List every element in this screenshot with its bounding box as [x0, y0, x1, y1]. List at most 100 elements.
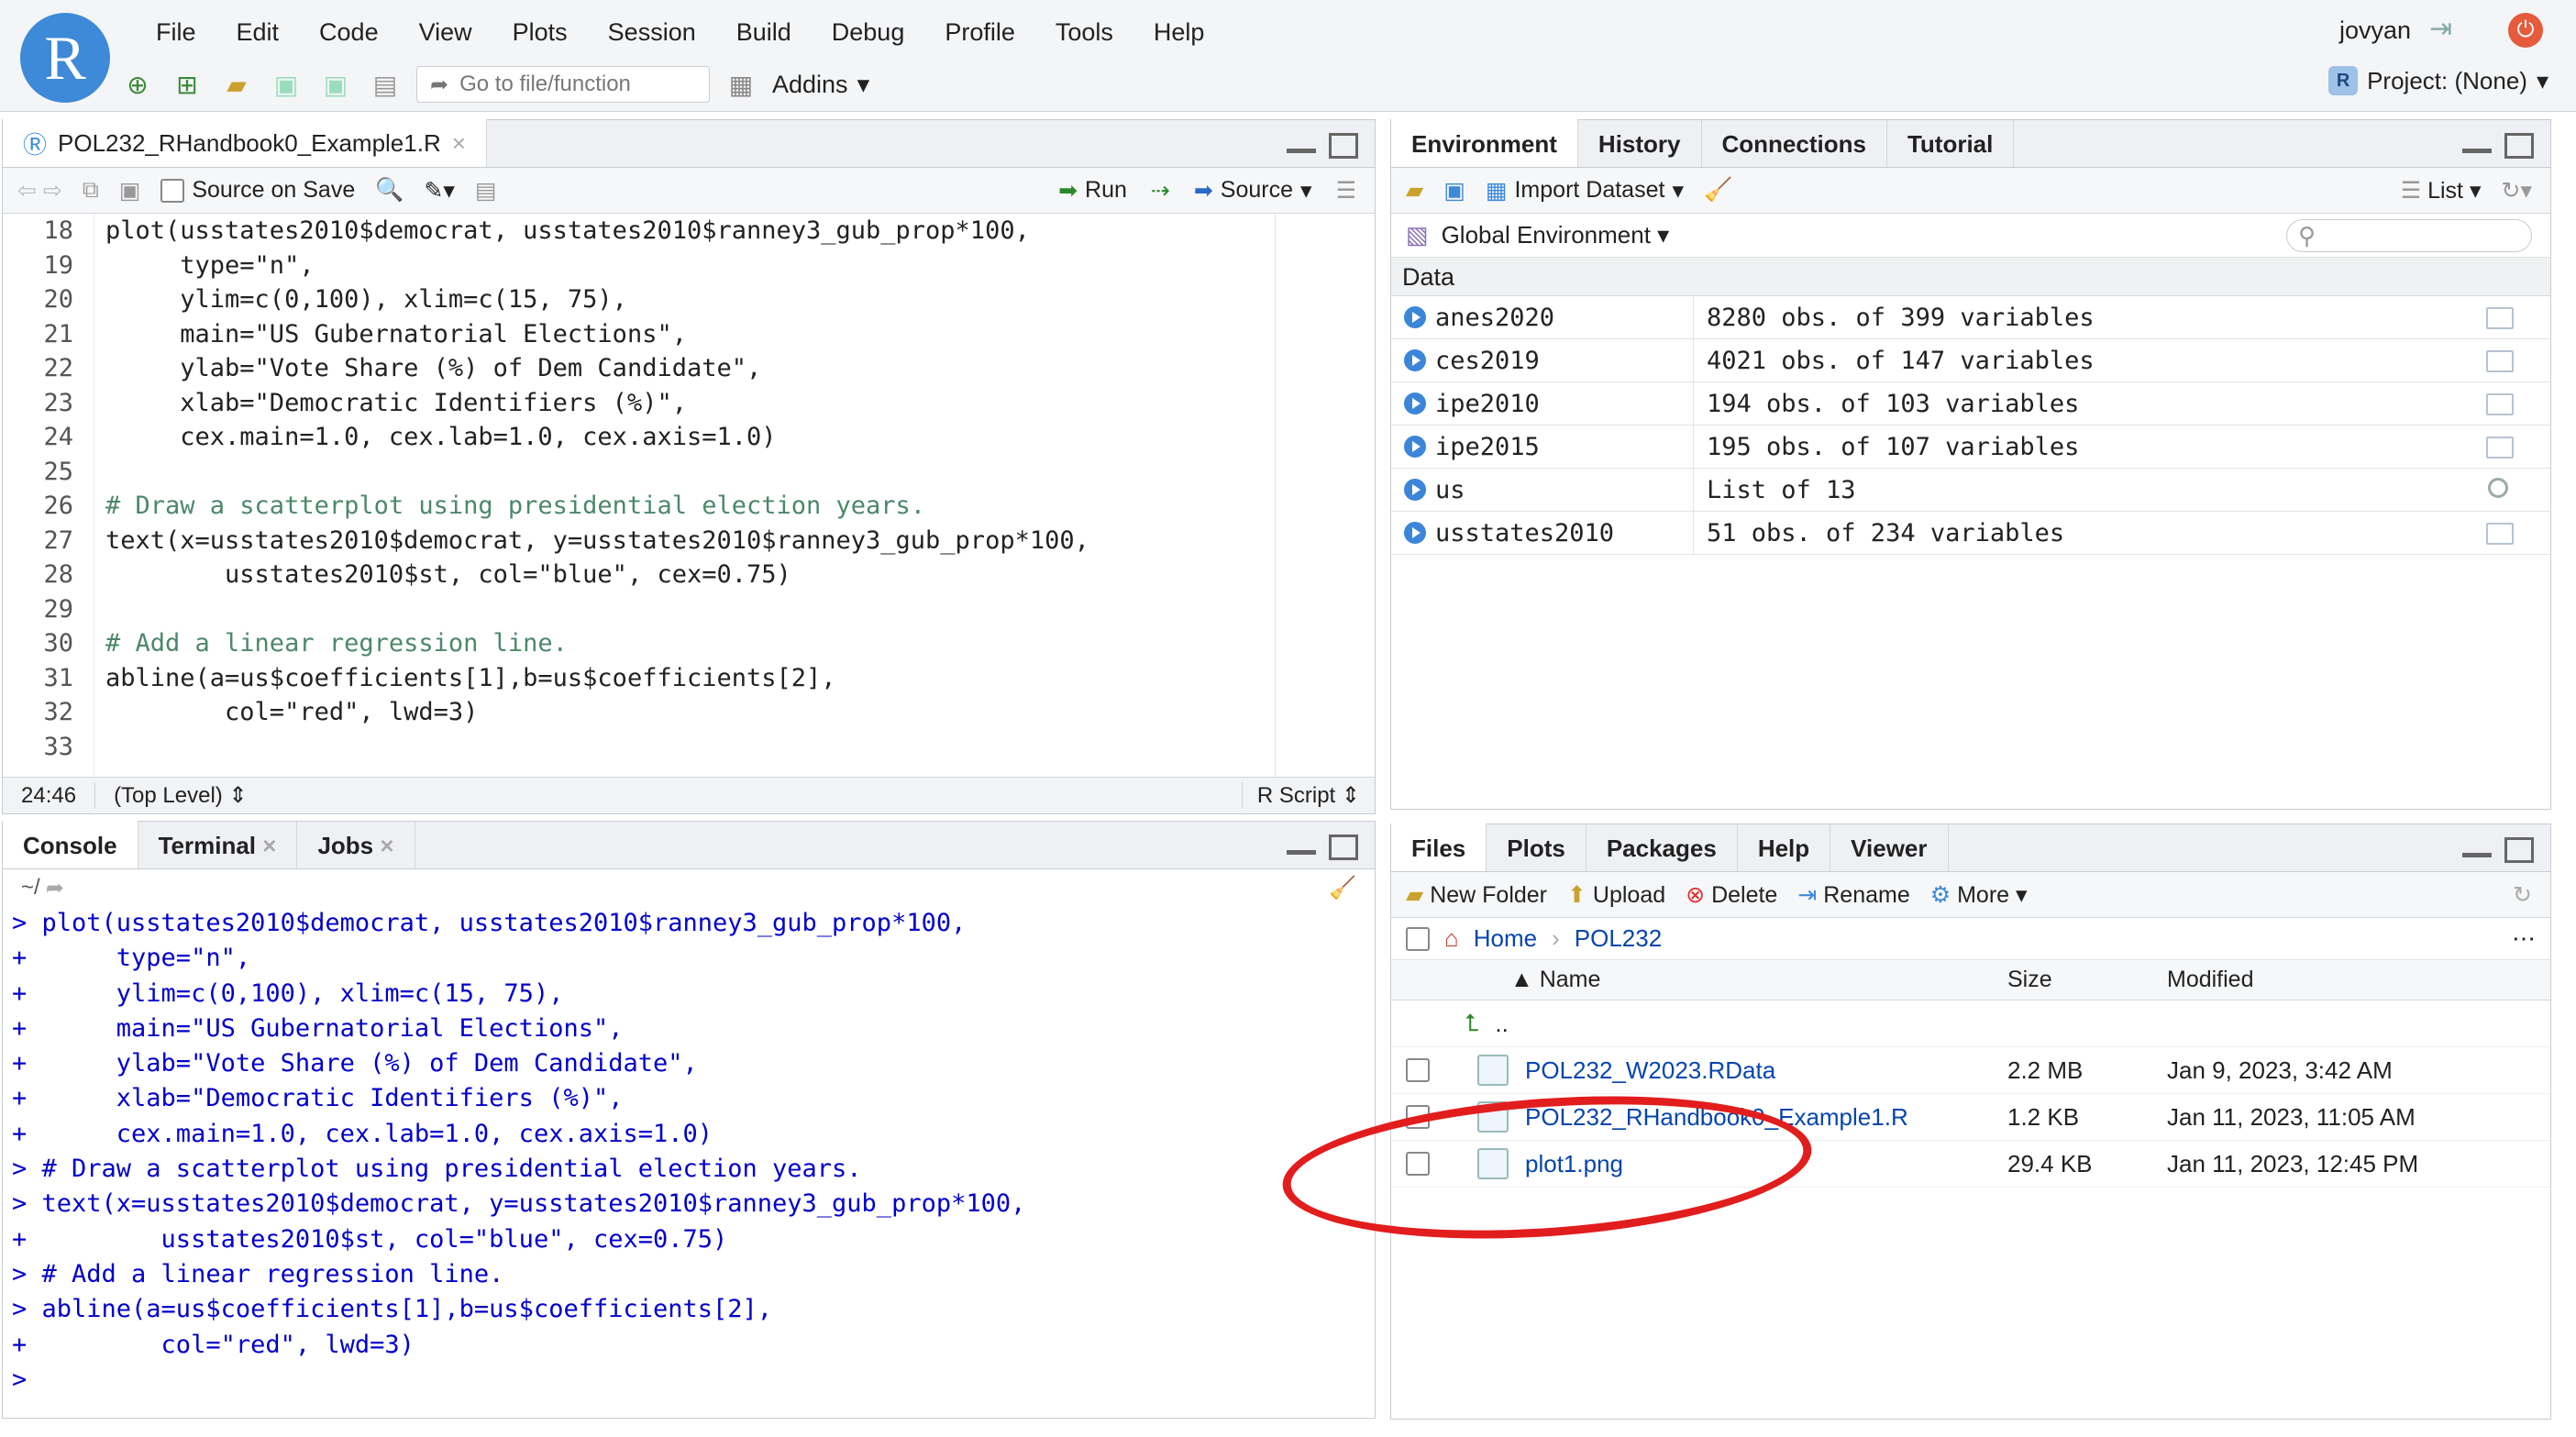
breadcrumb-home[interactable]: Home — [1474, 924, 1537, 953]
code-line[interactable] — [105, 455, 1375, 490]
rename-button[interactable]: ⇥ Rename — [1797, 881, 1909, 909]
view-table-icon[interactable] — [2486, 437, 2514, 459]
tab-terminal[interactable]: Terminal × — [138, 821, 298, 868]
pane-layout-icon[interactable]: ▦ — [723, 66, 759, 103]
code-line[interactable]: cex.main=1.0, cex.lab=1.0, cex.axis=1.0) — [105, 420, 1375, 455]
power-icon[interactable]: ⏻ — [2508, 13, 2543, 48]
environment-row[interactable]: ipe2010 194 obs. of 103 variables — [1391, 381, 2550, 426]
environment-row[interactable]: anes2020 8280 obs. of 399 variables — [1391, 295, 2550, 339]
refresh-icon[interactable]: ↻ — [2513, 881, 2550, 909]
more-options-icon[interactable]: ⋯ — [2512, 924, 2550, 953]
view-table-icon[interactable] — [2486, 307, 2514, 329]
file-name[interactable]: POL232_W2023.RData — [1525, 1056, 1775, 1085]
file-checkbox[interactable] — [1406, 1152, 1430, 1176]
import-dataset-button[interactable]: ▦ Import Dataset ▾ — [1486, 177, 1684, 204]
menu-file[interactable]: File — [136, 13, 216, 53]
tab-files[interactable]: Files — [1391, 824, 1487, 871]
file-row[interactable]: plot1.png 29.4 KB Jan 11, 2023, 12:45 PM — [1391, 1141, 2550, 1188]
search-icon[interactable]: 🔍 — [375, 177, 404, 204]
code-line[interactable] — [105, 730, 1375, 765]
expand-icon[interactable] — [1404, 305, 1426, 328]
scope-dropdown[interactable]: Global Environment ▾ — [1442, 221, 1670, 249]
tab-console[interactable]: Console — [3, 821, 138, 868]
code-line[interactable]: text(x=usstates2010$democrat, y=usstates… — [105, 524, 1375, 558]
code-lines[interactable]: plot(usstates2010$democrat, usstates2010… — [105, 214, 1375, 764]
close-icon[interactable]: × — [452, 129, 466, 158]
clear-console-icon[interactable]: 🧹 — [1329, 875, 1375, 901]
open-file-icon[interactable]: ▰ — [218, 66, 255, 103]
maximize-icon[interactable] — [2504, 837, 2534, 863]
minimize-icon[interactable] — [1287, 835, 1316, 855]
menu-plots[interactable]: Plots — [492, 13, 588, 53]
rerun-icon[interactable]: ⇢ — [1151, 177, 1170, 204]
refresh-icon[interactable]: ↻▾ — [2502, 177, 2533, 204]
code-line[interactable]: xlab="Democratic Identifiers (%)", — [105, 386, 1375, 421]
environment-row[interactable]: us List of 13 — [1391, 468, 2550, 512]
column-size[interactable]: Size — [1996, 967, 2156, 993]
menu-build[interactable]: Build — [716, 13, 812, 53]
menu-debug[interactable]: Debug — [812, 13, 925, 53]
close-icon[interactable]: × — [380, 832, 393, 859]
source-on-save-toggle[interactable]: Source on Save — [160, 177, 355, 204]
show-in-window-icon[interactable]: ⧉ — [83, 177, 99, 204]
back-arrow-icon[interactable]: ⇦ ⇨ — [17, 177, 62, 204]
run-button[interactable]: ➡ Run — [1058, 177, 1127, 204]
maximize-icon[interactable] — [1329, 835, 1358, 860]
search-icon[interactable] — [2488, 478, 2508, 498]
tab-connections[interactable]: Connections — [1702, 119, 1887, 167]
menu-help[interactable]: Help — [1133, 13, 1225, 53]
scope-selector[interactable]: (Top Level) ⇕ — [95, 782, 248, 809]
code-line[interactable]: usstates2010$st, col="blue", cex=0.75) — [105, 558, 1375, 592]
new-project-icon[interactable]: ⊞ — [169, 66, 205, 103]
new-folder-button[interactable]: ▰ New Folder — [1406, 881, 1547, 909]
save-icon[interactable]: ▣ — [268, 66, 304, 103]
outline-icon[interactable]: ☰ — [1336, 177, 1356, 204]
file-row[interactable]: POL232_W2023.RData 2.2 MB Jan 9, 2023, 3… — [1391, 1047, 2550, 1094]
tab-help[interactable]: Help — [1738, 824, 1831, 871]
parent-directory-row[interactable]: ⮤.. — [1391, 1000, 2550, 1047]
code-line[interactable]: col="red", lwd=3) — [105, 695, 1375, 730]
expand-icon[interactable] — [1404, 435, 1426, 458]
menu-session[interactable]: Session — [588, 13, 716, 53]
code-line[interactable]: abline(a=us$coefficients[1],b=us$coeffic… — [105, 661, 1375, 696]
menu-code[interactable]: Code — [299, 13, 399, 53]
maximize-icon[interactable] — [1329, 133, 1358, 159]
tab-editor-file[interactable]: Ⓡ POL232_RHandbook0_Example1.R × — [3, 119, 487, 167]
tab-environment[interactable]: Environment — [1391, 119, 1578, 167]
go-to-file-input[interactable]: ➦ Go to file/function — [416, 66, 710, 103]
save-icon[interactable]: ▣ — [119, 177, 141, 204]
tab-tutorial[interactable]: Tutorial — [1887, 119, 2015, 167]
minimize-icon[interactable] — [1287, 133, 1316, 153]
expand-icon[interactable] — [1404, 392, 1426, 415]
file-name[interactable]: POL232_RHandbook0_Example1.R — [1525, 1103, 1908, 1132]
column-name[interactable]: ▲ Name — [1391, 967, 1996, 993]
expand-icon[interactable] — [1404, 348, 1426, 371]
code-line[interactable]: type="n", — [105, 249, 1375, 283]
column-modified[interactable]: Modified — [2156, 967, 2254, 993]
code-line[interactable]: # Draw a scatterplot using presidential … — [105, 489, 1375, 524]
tab-packages[interactable]: Packages — [1587, 824, 1738, 871]
upload-button[interactable]: ⬆ Upload — [1567, 881, 1665, 909]
menu-view[interactable]: View — [399, 13, 492, 53]
file-name[interactable]: plot1.png — [1525, 1150, 1623, 1178]
go-to-directory-icon[interactable]: ➦ — [46, 875, 64, 901]
environment-row[interactable]: ipe2015 195 obs. of 107 variables — [1391, 425, 2550, 469]
code-line[interactable]: ylim=c(0,100), xlim=c(15, 75), — [105, 282, 1375, 317]
wand-icon[interactable]: ✎▾ — [424, 177, 455, 204]
save-workspace-icon[interactable]: ▣ — [1443, 177, 1465, 204]
tab-jobs[interactable]: Jobs × — [297, 821, 415, 868]
environment-row[interactable]: usstates2010 51 obs. of 234 variables — [1391, 511, 2550, 555]
maximize-icon[interactable] — [2504, 133, 2534, 159]
close-icon[interactable]: × — [262, 832, 276, 859]
broom-icon[interactable]: 🧹 — [1704, 177, 1732, 204]
view-table-icon[interactable] — [2486, 523, 2514, 545]
console-output[interactable]: > plot(usstates2010$democrat, usstates20… — [3, 906, 1375, 1398]
environment-search-input[interactable]: ⚲ — [2286, 219, 2532, 252]
environment-row[interactable]: ces2019 4021 obs. of 147 variables — [1391, 338, 2550, 382]
home-icon[interactable]: ⌂ — [1444, 924, 1459, 953]
select-all-checkbox[interactable] — [1406, 926, 1430, 951]
new-file-icon[interactable]: ⊕ — [119, 66, 156, 103]
code-line[interactable]: ylab="Vote Share (%) of Dem Candidate", — [105, 351, 1375, 386]
view-table-icon[interactable] — [2486, 350, 2514, 372]
code-editor[interactable]: 18 19 20 21 22 23 24 25 26 27 28 29 30 31 32 33 plot(us… — [3, 214, 1375, 777]
